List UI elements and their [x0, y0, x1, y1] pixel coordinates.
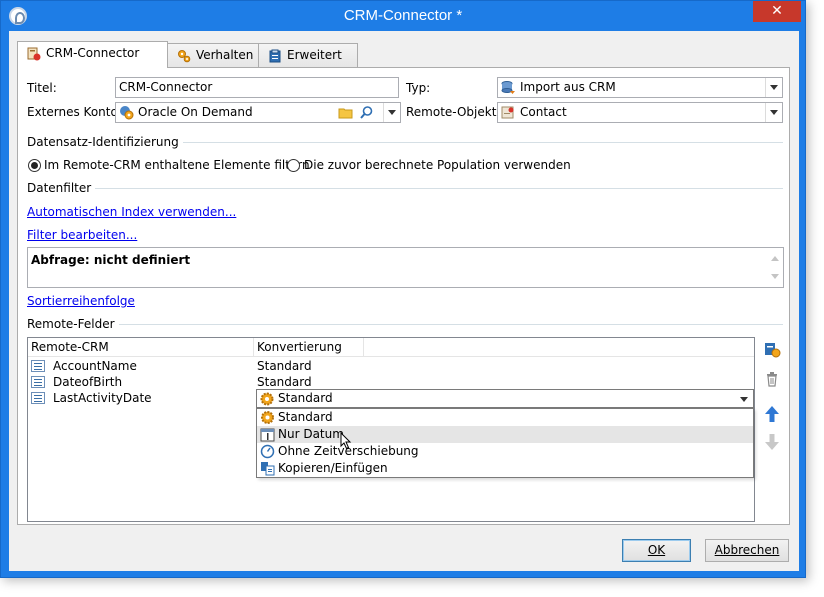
datafilter-section-title: Datenfilter	[27, 181, 96, 195]
clock-icon	[260, 444, 275, 459]
tab-erweitert[interactable]: Erweitert	[258, 43, 358, 67]
add-field-icon[interactable]	[762, 339, 782, 359]
move-down-icon[interactable]	[762, 432, 782, 452]
account-label: Externes Konto:	[27, 105, 122, 119]
move-up-icon[interactable]	[762, 404, 782, 424]
dialog-window: CRM-Connector * ✕ CRM-Connector Verhalte…	[0, 0, 806, 578]
title-field[interactable]: CRM-Connector	[115, 77, 399, 98]
window-title: CRM-Connector *	[343, 7, 463, 24]
gear-icon	[260, 392, 274, 406]
option-label: Kopieren/Einfügen	[278, 461, 388, 475]
sort-order-link[interactable]: Sortierreihenfolge	[27, 294, 135, 308]
conversion-combo[interactable]: Standard	[256, 389, 754, 408]
radio-filter-remote-label[interactable]: Im Remote-CRM enthaltene Elemente filter…	[44, 158, 310, 172]
query-box[interactable]: Abfrage: nicht definiert	[27, 247, 784, 288]
option-label: Standard	[278, 410, 333, 424]
date-icon	[260, 428, 275, 442]
radio-use-population[interactable]	[287, 159, 300, 172]
conversion-dropdown: Standard Nur Datum Ohne Zeitverschiebung…	[256, 408, 754, 478]
account-value: Oracle On Demand	[138, 105, 253, 119]
dialog-client: CRM-Connector Verhalten Erweitert Titel:…	[9, 31, 799, 571]
dropdown-option-date-only[interactable]: Nur Datum	[257, 426, 753, 443]
field-icon	[31, 376, 45, 388]
field-conversion: Standard	[257, 375, 312, 389]
option-label: Nur Datum	[278, 427, 344, 441]
dropdown-option-copy-paste[interactable]: Kopieren/Einfügen	[257, 460, 753, 477]
ok-button[interactable]: OK	[622, 539, 691, 562]
title-bar[interactable]: CRM-Connector * ✕	[1, 1, 805, 31]
field-name: DateofBirth	[53, 375, 123, 389]
table-row[interactable]: AccountName Standard	[28, 358, 754, 374]
field-name: LastActivityDate	[53, 391, 152, 405]
account-field[interactable]: Oracle On Demand	[115, 102, 401, 123]
search-icon[interactable]	[359, 105, 374, 120]
field-icon	[31, 392, 45, 404]
remote-fields-section-title: Remote-Felder	[27, 317, 119, 331]
mouse-pointer-icon	[340, 432, 352, 450]
dropdown-option-no-timeshift[interactable]: Ohne Zeitverschiebung	[257, 443, 753, 460]
scroll-down-icon[interactable]	[771, 274, 779, 279]
remote-object-label: Remote-Objekt:	[406, 105, 501, 119]
column-header-remote-crm[interactable]: Remote-CRM	[28, 338, 254, 357]
dropdown-option-standard[interactable]: Standard	[257, 409, 753, 426]
section-divider	[27, 324, 783, 325]
tab-verhalten[interactable]: Verhalten	[167, 43, 259, 67]
tab-crm-connector[interactable]: CRM-Connector	[17, 41, 168, 68]
contact-icon	[501, 106, 514, 119]
edit-filter-link[interactable]: Filter bearbeiten...	[27, 228, 137, 242]
auto-index-link[interactable]: Automatischen Index verwenden...	[27, 205, 236, 219]
cancel-button[interactable]: Abbrechen	[705, 539, 789, 562]
tab-label: Erweitert	[287, 48, 342, 62]
crm-icon	[27, 47, 41, 61]
clipboard-icon	[269, 49, 281, 63]
gears-icon	[178, 50, 191, 63]
remote-object-select[interactable]: Contact	[497, 102, 783, 123]
copy-paste-icon	[261, 462, 275, 476]
gear-icon	[261, 411, 274, 424]
type-select[interactable]: Import aus CRM	[497, 77, 783, 98]
chevron-down-icon[interactable]	[765, 103, 782, 122]
trash-icon[interactable]	[762, 369, 782, 389]
folder-icon[interactable]	[338, 105, 353, 120]
type-label: Typ:	[406, 81, 431, 95]
section-divider	[27, 188, 783, 189]
tab-label: Verhalten	[196, 48, 254, 62]
column-header-conversion[interactable]: Konvertierung	[254, 338, 364, 357]
field-name: AccountName	[53, 359, 137, 373]
tab-label: CRM-Connector	[46, 46, 140, 60]
chevron-down-icon[interactable]	[383, 103, 400, 122]
chevron-down-icon[interactable]	[765, 78, 782, 97]
type-value: Import aus CRM	[520, 80, 616, 94]
query-text: Abfrage: nicht definiert	[31, 253, 191, 267]
remote-fields-grid: Remote-CRM Konvertierung AccountName Sta…	[27, 337, 755, 522]
field-icon	[31, 360, 45, 372]
close-button[interactable]: ✕	[753, 1, 801, 22]
grid-header: Remote-CRM Konvertierung	[28, 338, 754, 357]
field-conversion: Standard	[257, 359, 312, 373]
tab-panel: Titel: CRM-Connector Typ: Import aus CRM…	[17, 67, 790, 525]
table-row[interactable]: DateofBirth Standard	[28, 374, 754, 390]
crm-import-icon	[501, 81, 515, 94]
conversion-combo-value: Standard	[278, 391, 333, 405]
scroll-up-icon[interactable]	[771, 256, 779, 261]
radio-filter-remote[interactable]	[28, 159, 41, 172]
account-icon	[120, 106, 134, 120]
title-label: Titel:	[27, 81, 57, 95]
identification-section-title: Datensatz-Identifizierung	[27, 135, 183, 149]
remote-object-value: Contact	[520, 105, 567, 119]
scrollbar[interactable]	[767, 248, 783, 287]
radio-use-population-label[interactable]: Die zuvor berechnete Population verwende…	[304, 158, 571, 172]
chevron-down-icon[interactable]	[736, 390, 753, 407]
